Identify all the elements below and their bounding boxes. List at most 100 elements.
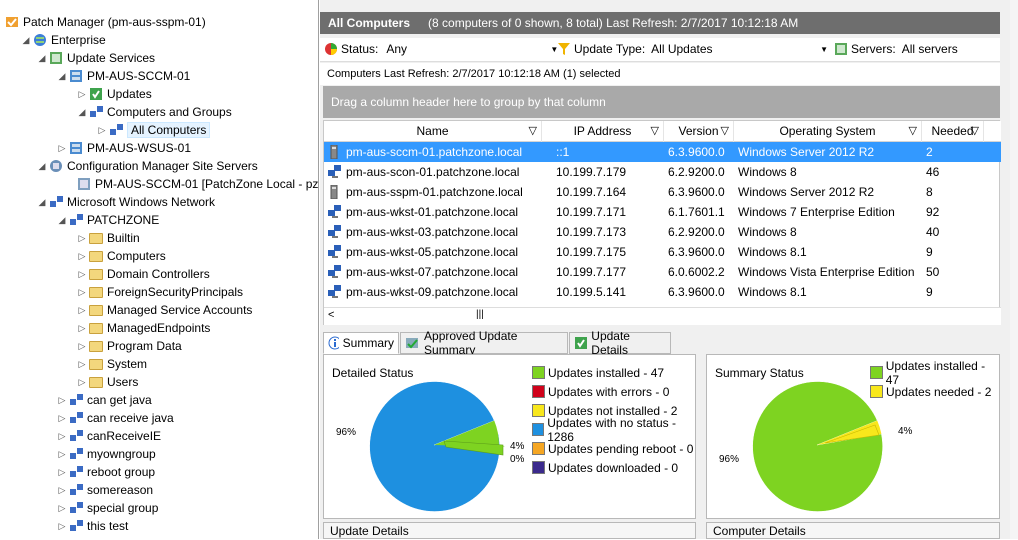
expand-icon[interactable]: ▷ xyxy=(56,143,68,154)
expand-icon[interactable]: ▷ xyxy=(56,467,68,478)
update-services-icon xyxy=(48,50,64,66)
tree-folder[interactable]: ▷ Program Data xyxy=(76,337,182,355)
tree-folder[interactable]: ▷ System xyxy=(76,355,147,373)
server-icon xyxy=(68,68,84,84)
scroll-left-icon[interactable]: < xyxy=(328,309,334,321)
table-row[interactable]: pm-aus-wkst-01.patchzone.local 10.199.7.1… xyxy=(324,202,1001,222)
update-details-bar[interactable]: Update Details xyxy=(323,522,696,539)
expand-icon[interactable]: ▷ xyxy=(56,521,68,532)
table-cell-version: 6.3.9600.0 xyxy=(668,245,725,259)
tree-folder[interactable]: ▷ Users xyxy=(76,373,139,391)
table-cell-version: 6.0.6002.2 xyxy=(668,265,725,279)
status-filter[interactable]: Status: Any ▼ xyxy=(324,42,558,56)
tab-summary[interactable]: Summary xyxy=(323,332,399,354)
tree-folder[interactable]: ▷ Domain Controllers xyxy=(76,265,210,283)
expand-icon[interactable]: ▷ xyxy=(76,305,88,316)
main-pane: All Computers (8 computers of 0 shown, 8… xyxy=(320,0,1010,539)
servers-filter[interactable]: Servers: All servers xyxy=(834,42,958,56)
collapse-icon[interactable]: ◢ xyxy=(56,71,68,82)
scroll-thumb[interactable]: ||| xyxy=(476,309,484,320)
filter-icon[interactable]: ▽ xyxy=(909,121,917,142)
collapse-icon[interactable]: ◢ xyxy=(36,53,48,64)
tree-folder[interactable]: ▷ Builtin xyxy=(76,229,140,247)
tree-sccm01[interactable]: ◢ PM-AUS-SCCM-01 xyxy=(56,67,191,85)
table-cell-needed: 50 xyxy=(926,265,940,279)
group-icon xyxy=(68,428,84,444)
filter-icon[interactable]: ▽ xyxy=(721,121,729,142)
tree-folder[interactable]: ▷ ManagedEndpoints xyxy=(76,319,211,337)
expand-icon[interactable]: ▷ xyxy=(76,233,88,244)
table-row[interactable]: pm-aus-sspm-01.patchzone.local 10.199.7.1… xyxy=(324,182,1001,202)
tree-wsus01[interactable]: ▷ PM-AUS-WSUS-01 xyxy=(56,139,191,157)
table-cell-needed: 40 xyxy=(926,225,940,239)
table-row[interactable]: pm-aus-wkst-09.patchzone.local 10.199.5.1… xyxy=(324,282,1001,302)
column-header-version[interactable]: Version ▽ xyxy=(664,121,734,142)
column-header-ip[interactable]: IP Address ▽ xyxy=(542,121,664,142)
tree-cm-server[interactable]: PM-AUS-SCCM-01 [PatchZone Local - pz xyxy=(76,175,318,193)
filter-icon[interactable]: ▽ xyxy=(651,121,659,142)
tree-patchzone[interactable]: ◢ PATCHZONE xyxy=(56,211,160,229)
tree-group[interactable]: ▷ reboot group xyxy=(56,463,156,481)
expand-icon[interactable]: ▷ xyxy=(96,125,108,136)
collapse-icon[interactable]: ◢ xyxy=(20,35,32,46)
tree-group[interactable]: ▷ canReceiveIE xyxy=(56,427,162,445)
filter-icon[interactable]: ▽ xyxy=(529,121,537,142)
window-scrollbar[interactable] xyxy=(1010,0,1018,539)
table-row[interactable]: pm-aus-wkst-07.patchzone.local 10.199.7.1… xyxy=(324,262,1001,282)
expand-icon[interactable]: ▷ xyxy=(76,251,88,262)
column-header-name[interactable]: Name ▽ xyxy=(324,121,542,142)
info-icon xyxy=(328,336,339,350)
collapse-icon[interactable]: ◢ xyxy=(76,107,88,118)
collapse-icon[interactable]: ◢ xyxy=(36,197,48,208)
update-type-filter[interactable]: Update Type: All Updates ▼ xyxy=(557,42,828,56)
tree-group[interactable]: ▷ special group xyxy=(56,499,159,517)
tree-all-computers[interactable]: ▷ All Computers xyxy=(96,121,211,139)
expand-icon[interactable]: ▷ xyxy=(76,359,88,370)
tab-approved-update-summary[interactable]: Approved Update Summary xyxy=(400,329,568,357)
expand-icon[interactable]: ▷ xyxy=(56,485,68,496)
column-header-os[interactable]: Operating System ▽ xyxy=(734,121,922,142)
tree-folder[interactable]: ▷ Managed Service Accounts xyxy=(76,301,253,319)
tree-update-services[interactable]: ◢ Update Services xyxy=(36,49,156,67)
expand-icon[interactable]: ▷ xyxy=(76,341,88,352)
table-row[interactable]: pm-aus-wkst-03.patchzone.local 10.199.7.1… xyxy=(324,222,1001,242)
expand-icon[interactable]: ▷ xyxy=(76,269,88,280)
expand-icon[interactable]: ▷ xyxy=(56,413,68,424)
group-by-area[interactable]: Drag a column header here to group by th… xyxy=(323,86,1000,118)
expand-icon[interactable]: ▷ xyxy=(56,431,68,442)
tab-update-details[interactable]: Update Details xyxy=(569,329,671,357)
chevron-down-icon[interactable]: ▼ xyxy=(820,45,828,54)
expand-icon[interactable]: ▷ xyxy=(76,287,88,298)
tree-group[interactable]: ▷ myowngroup xyxy=(56,445,156,463)
table-cell-os: Windows 8 xyxy=(738,225,797,239)
table-row[interactable]: pm-aus-sccm-01.patchzone.local::1 6.3.960… xyxy=(324,142,1001,162)
expand-icon[interactable]: ▷ xyxy=(56,395,68,406)
tree-group[interactable]: ▷ can get java xyxy=(56,391,152,409)
filter-icon[interactable]: ▽ xyxy=(971,121,979,142)
table-cell-os: Windows 7 Enterprise Edition xyxy=(738,205,895,219)
horizontal-scrollbar[interactable]: < ||| xyxy=(324,307,1001,325)
tree-folder[interactable]: ▷ Computers xyxy=(76,247,166,265)
tree-computers-groups[interactable]: ◢ Computers and Groups xyxy=(76,103,232,121)
filter-icon xyxy=(558,43,570,55)
tree-enterprise[interactable]: ◢ Enterprise xyxy=(20,31,106,49)
tree-cm-site-servers[interactable]: ◢ Configuration Manager Site Servers xyxy=(36,157,258,175)
collapse-icon[interactable]: ◢ xyxy=(36,161,48,172)
expand-icon[interactable]: ▷ xyxy=(56,449,68,460)
column-header-needed[interactable]: Needed ▽ xyxy=(922,121,984,142)
tree-group[interactable]: ▷ this test xyxy=(56,517,129,535)
expand-icon[interactable]: ▷ xyxy=(76,89,88,100)
tree-ms-windows-network[interactable]: ◢ Microsoft Windows Network xyxy=(36,193,216,211)
table-row[interactable]: pm-aus-wkst-05.patchzone.local 10.199.7.1… xyxy=(324,242,1001,262)
expand-icon[interactable]: ▷ xyxy=(56,503,68,514)
table-row[interactable]: pm-aus-scon-01.patchzone.local 10.199.7.1… xyxy=(324,162,1001,182)
expand-icon[interactable]: ▷ xyxy=(76,323,88,334)
tree-root[interactable]: Patch Manager (pm-aus-sspm-01) xyxy=(4,13,206,31)
expand-icon[interactable]: ▷ xyxy=(76,377,88,388)
computer-details-bar[interactable]: Computer Details xyxy=(706,522,1000,539)
tree-updates[interactable]: ▷ Updates xyxy=(76,85,152,103)
tree-group[interactable]: ▷ somereason xyxy=(56,481,154,499)
tree-group[interactable]: ▷ can receive java xyxy=(56,409,174,427)
collapse-icon[interactable]: ◢ xyxy=(56,215,68,226)
tree-folder[interactable]: ▷ ForeignSecurityPrincipals xyxy=(76,283,244,301)
